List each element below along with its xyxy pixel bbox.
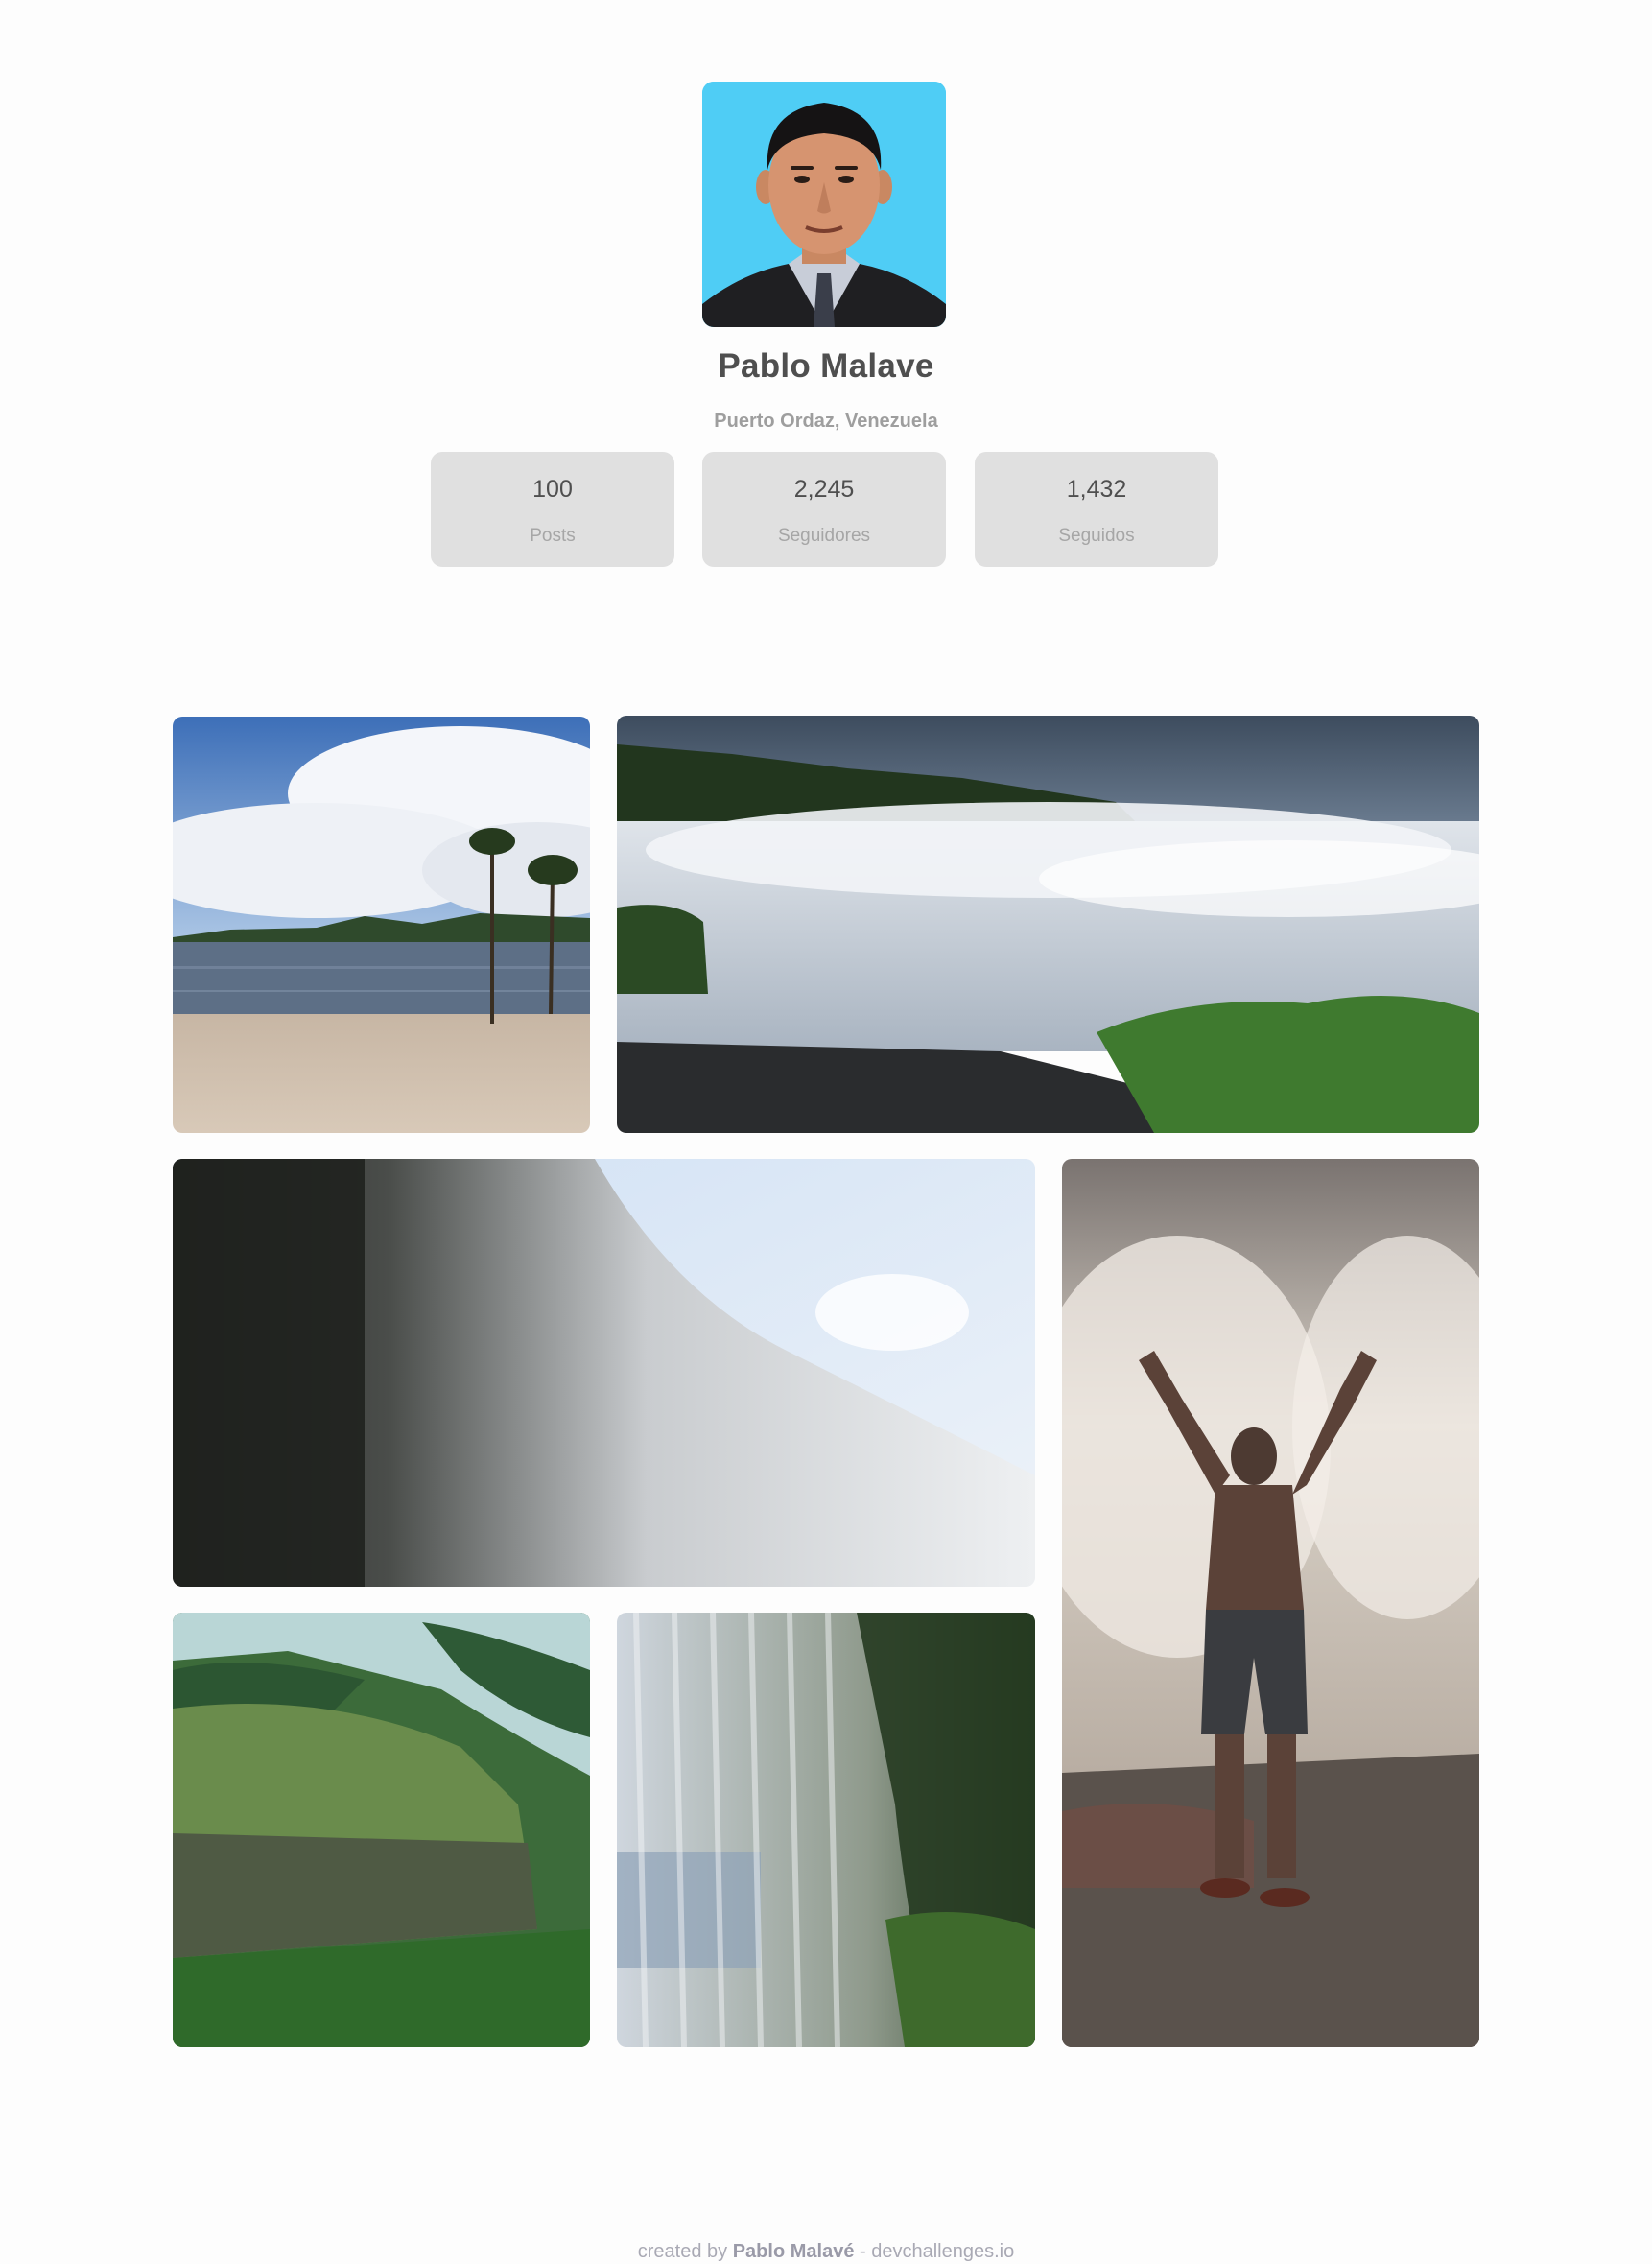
gallery-photo-waterfall-river[interactable] bbox=[617, 716, 1479, 1133]
profile-location: Puerto Ordaz, Venezuela bbox=[714, 411, 938, 432]
footer-author-link[interactable]: Pablo Malavé bbox=[733, 2241, 855, 2262]
footer-suffix: - devchallenges.io bbox=[860, 2241, 1015, 2262]
gallery-photo-behind-waterfall[interactable] bbox=[617, 1613, 1035, 2047]
stat-value: 2,245 bbox=[793, 476, 855, 503]
stat-value: 100 bbox=[532, 476, 573, 503]
stat-card-following: 1,432 Seguidos bbox=[975, 452, 1218, 567]
gallery-photo-aerial-tepui[interactable] bbox=[173, 1613, 590, 2047]
stat-label: Seguidos bbox=[1058, 526, 1135, 546]
stat-label: Seguidores bbox=[777, 526, 871, 546]
footer-prefix: created by bbox=[637, 2241, 728, 2262]
stat-value: 1,432 bbox=[1066, 476, 1127, 503]
footer-credit: created by Pablo Malavé - devchallenges.… bbox=[0, 2241, 1652, 2263]
gallery-photo-beach[interactable] bbox=[173, 717, 590, 1133]
avatar bbox=[702, 82, 946, 327]
stat-card-followers: 2,245 Seguidores bbox=[702, 452, 946, 567]
gallery-photo-waterfall-curtain[interactable] bbox=[173, 1159, 1035, 1587]
stat-label: Posts bbox=[530, 526, 576, 546]
stat-card-posts: 100 Posts bbox=[431, 452, 674, 567]
gallery-photo-person-waterfall[interactable] bbox=[1062, 1159, 1479, 2047]
profile-name: Pablo Malave bbox=[718, 347, 934, 385]
